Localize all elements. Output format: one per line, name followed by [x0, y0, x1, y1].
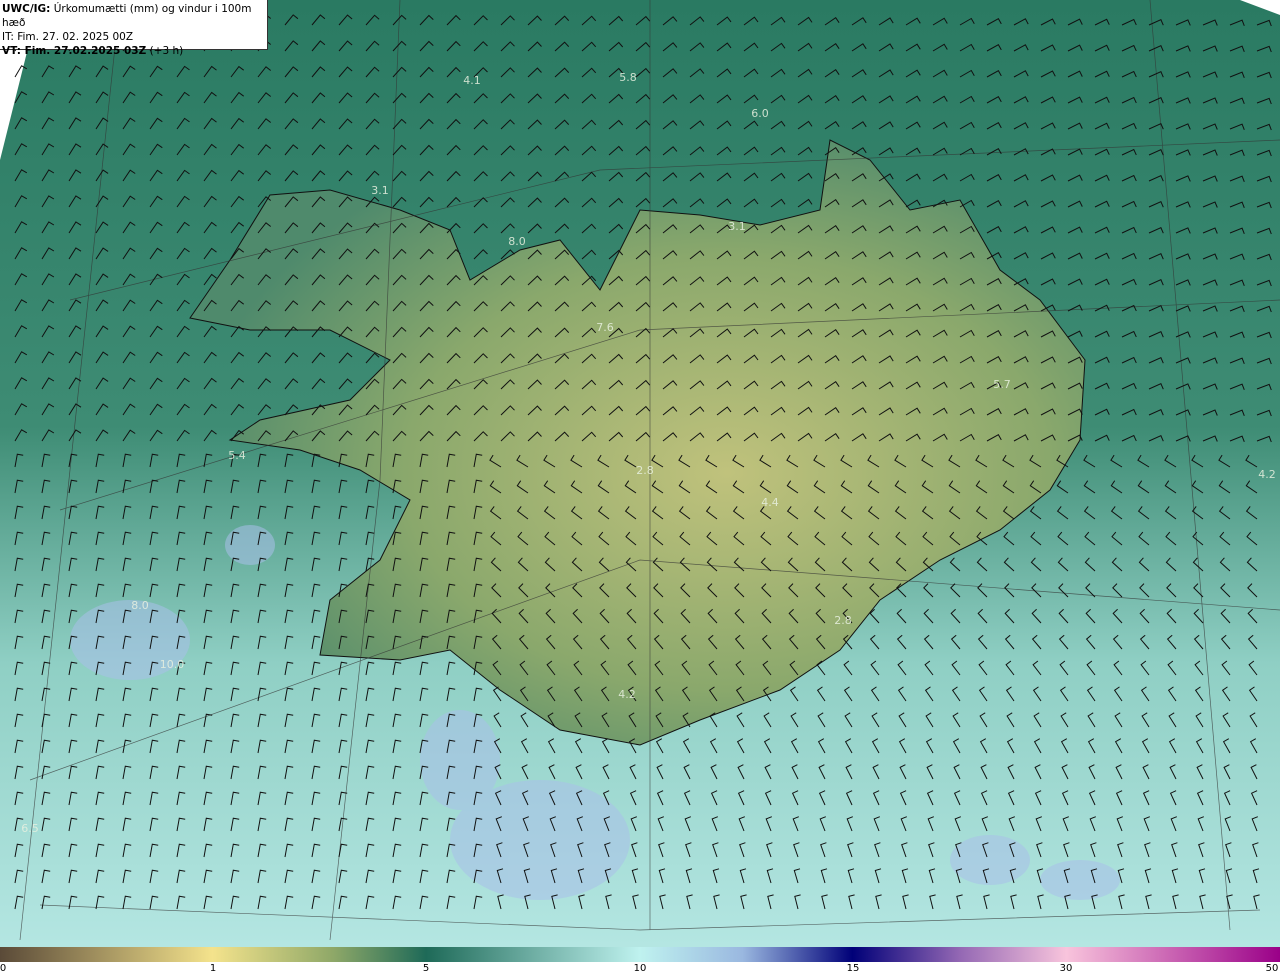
- colorbar-tick: 50: [1265, 963, 1279, 974]
- map-value-label: 8.0: [131, 599, 149, 612]
- map-value-label: 5.8: [619, 71, 637, 84]
- map-value-label: 4.2: [618, 688, 636, 701]
- map-value-label: 8.0: [508, 235, 526, 248]
- map-value-label: 6.5: [21, 822, 39, 835]
- map-value-label: 4.2: [1258, 468, 1276, 481]
- map-value-label: 3.1: [371, 184, 389, 197]
- map-value-label: 4.4: [761, 496, 779, 509]
- colorbar-tick: 30: [1059, 963, 1073, 974]
- precipitation-wind-map: 4.1 5.8 6.0 3.1 8.0 3.1 7.6 5.7 4.2 5.4 2.8 4.4 2.8 4…: [0, 0, 1280, 947]
- map-value-label: 5.7: [993, 378, 1011, 391]
- map-value-label: 5.4: [228, 449, 246, 462]
- map-value-label: 10.0: [160, 658, 185, 671]
- map-value-label: 2.8: [834, 614, 852, 627]
- colorbar: [0, 947, 1280, 962]
- init-time: IT: Fim. 27. 02. 2025 00Z: [2, 31, 134, 43]
- map-header: UWC/IG: Úrkomumætti (mm) og vindur i 100…: [0, 0, 268, 57]
- forecast-offset: (+3 h): [149, 45, 184, 57]
- map-value-label: 6.0: [751, 107, 769, 120]
- colorbar-ticks: 0 1 5 10 15 30 50: [0, 962, 1280, 978]
- colorbar-tick: 10: [633, 963, 647, 974]
- map-value-label: 2.8: [636, 464, 654, 477]
- colorbar-tick: 5: [422, 963, 430, 974]
- map-value-label: 4.1: [463, 74, 481, 87]
- colorbar-tick: 1: [209, 963, 217, 974]
- map-value-label: 3.1: [728, 220, 746, 233]
- colorbar-tick: 0: [0, 963, 7, 974]
- valid-time: VT: Fim. 27.02.2025 03Z: [2, 45, 147, 57]
- map-value-label: 7.6: [596, 321, 614, 334]
- colorbar-tick: 15: [846, 963, 860, 974]
- model-name: UWC/IG:: [2, 3, 51, 15]
